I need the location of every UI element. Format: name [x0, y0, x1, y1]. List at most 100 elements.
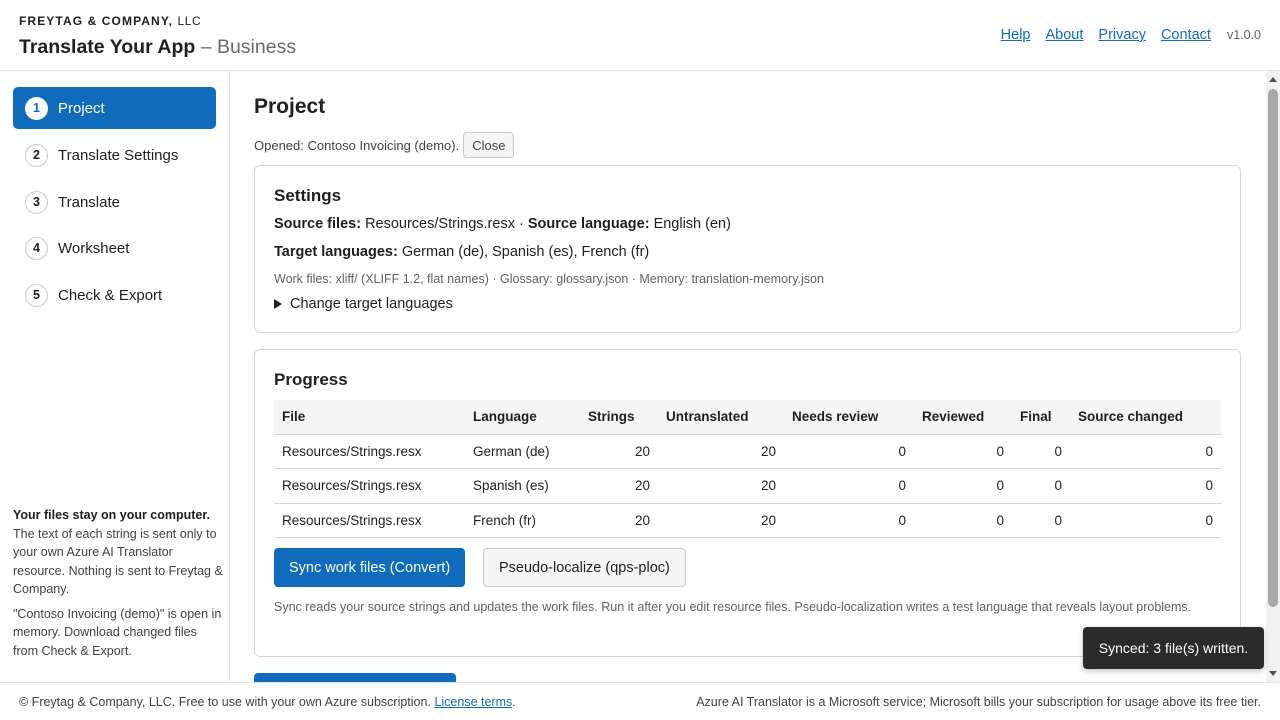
needs-review-cell: 0: [784, 468, 914, 504]
step-number: 2: [25, 143, 48, 167]
step-number: 3: [25, 190, 48, 214]
source-changed-cell: 0: [1070, 468, 1221, 504]
company-name-text: FREYTAG & COMPANY,: [19, 14, 174, 28]
column-header: Reviewed: [914, 400, 1012, 435]
source-language-value: English (en): [653, 216, 731, 232]
language-cell: German (de): [465, 434, 580, 469]
opened-project: Opened: Contoso Invoicing (demo). Close: [254, 132, 515, 158]
scroll-up-arrow-icon[interactable]: [1269, 77, 1277, 82]
reviewed-cell: 0: [914, 503, 1012, 538]
file-cell: Resources/Strings.resx: [274, 503, 465, 538]
final-cell: 0: [1012, 434, 1070, 469]
license-terms-link[interactable]: License terms: [434, 695, 512, 709]
scroll-down-arrow-icon[interactable]: [1269, 671, 1277, 676]
main-content: Project Opened: Contoso Invoicing (demo)…: [231, 71, 1266, 682]
help-link[interactable]: Help: [1001, 27, 1031, 43]
app-header: FREYTAG & COMPANY, LLC Translate Your Ap…: [0, 0, 1280, 71]
final-cell: 0: [1012, 503, 1070, 538]
version-label: v1.0.0: [1226, 28, 1261, 42]
reviewed-cell: 0: [914, 434, 1012, 469]
memory-note: "Contoso Invoicing (demo)" is open in me…: [13, 606, 222, 658]
contact-link[interactable]: Contact: [1161, 27, 1211, 43]
sidebar-step-translate-settings[interactable]: 2 Translate Settings: [13, 134, 216, 176]
about-link[interactable]: About: [1046, 27, 1084, 43]
privacy-note-body: The text of each string is sent only to …: [13, 526, 223, 597]
column-header: Language: [465, 400, 580, 435]
sync-toast: Synced: 3 file(s) written.: [1083, 627, 1264, 669]
language-cell: French (fr): [465, 503, 580, 538]
opened-project-text: Opened: Contoso Invoicing (demo).: [254, 137, 460, 153]
needs-review-cell: 0: [784, 434, 914, 469]
app-title-text: Translate Your App: [19, 36, 196, 58]
strings-cell: 20: [580, 468, 658, 504]
footer-copyright: © Freytag & Company, LLC. Free to use wi…: [19, 695, 516, 709]
step-label: Translate: [58, 193, 120, 211]
column-header: Untranslated: [658, 400, 784, 435]
app-footer: © Freytag & Company, LLC. Free to use wi…: [0, 682, 1280, 720]
company-suffix: LLC: [177, 14, 202, 28]
disclosure-triangle-icon: [274, 299, 282, 309]
change-target-languages-label: Change target languages: [290, 296, 453, 312]
settings-heading: Settings: [274, 186, 342, 205]
strings-cell: 20: [580, 434, 658, 469]
language-cell: Spanish (es): [465, 468, 580, 504]
sidebar-step-translate[interactable]: 3 Translate: [13, 181, 216, 223]
privacy-note-title: Your files stay on your computer.: [13, 508, 211, 522]
top-nav: Help About Privacy Contact v1.0.0: [986, 27, 1261, 43]
target-row: Target languages: German (de), Spanish (…: [274, 244, 649, 260]
column-header: Source changed: [1070, 400, 1221, 435]
sidebar-step-worksheet[interactable]: 4 Worksheet: [13, 227, 216, 269]
target-languages-label: Target languages:: [274, 244, 398, 260]
app-edition: – Business: [200, 36, 297, 58]
company-name: FREYTAG & COMPANY, LLC: [19, 14, 201, 28]
close-project-button[interactable]: Close: [463, 132, 515, 158]
sidebar: 1 Project 2 Translate Settings 3 Transla…: [0, 71, 230, 682]
step-label: Worksheet: [58, 239, 130, 257]
column-header: Strings: [580, 400, 658, 435]
source-changed-cell: 0: [1070, 503, 1221, 538]
footer-period: .: [512, 695, 516, 709]
privacy-link[interactable]: Privacy: [1098, 27, 1146, 43]
table-row: Resources/Strings.resx Spanish (es) 20 2…: [274, 468, 1221, 504]
pseudo-localize-button[interactable]: Pseudo-localize (qps-ploc): [483, 548, 686, 587]
strings-cell: 20: [580, 503, 658, 538]
step-number: 1: [25, 96, 48, 120]
step-label: Project: [58, 99, 105, 117]
untranslated-cell: 20: [658, 434, 784, 469]
file-cell: Resources/Strings.resx: [274, 468, 465, 504]
privacy-note-text: Your files stay on your computer. The te…: [13, 506, 223, 599]
sidebar-step-check-export[interactable]: 5 Check & Export: [13, 274, 216, 316]
source-row: Source files: Resources/Strings.resx · S…: [274, 216, 731, 232]
column-header: Needs review: [784, 400, 914, 435]
footer-copyright-text: © Freytag & Company, LLC. Free to use wi…: [19, 695, 431, 709]
file-cell: Resources/Strings.resx: [274, 434, 465, 469]
work-files-info: Work files: xliff/ (XLIFF 1.2, flat name…: [274, 272, 824, 286]
footer-azure-note: Azure AI Translator is a Microsoft servi…: [696, 695, 1261, 709]
source-files-value: Resources/Strings.resx: [365, 216, 515, 232]
table-row: Resources/Strings.resx German (de) 20 20…: [274, 434, 1221, 469]
sidebar-step-project[interactable]: 1 Project: [13, 87, 216, 129]
column-header: Final: [1012, 400, 1070, 435]
table-header-row: File Language Strings Untranslated Needs…: [274, 400, 1221, 435]
main-scrollbar[interactable]: [1266, 71, 1280, 682]
step-label: Check & Export: [58, 286, 163, 304]
scrollbar-thumb[interactable]: [1268, 89, 1278, 607]
change-target-languages-toggle[interactable]: Change target languages: [274, 296, 453, 312]
table-row: Resources/Strings.resx French (fr) 20 20…: [274, 503, 1221, 538]
target-languages-value: German (de), Spanish (es), French (fr): [401, 244, 650, 260]
next-section-button-partial[interactable]: [254, 673, 456, 682]
settings-card: Settings Source files: Resources/Strings…: [254, 165, 1241, 333]
untranslated-cell: 20: [658, 468, 784, 504]
progress-card: Progress File Language Strings Untransla…: [254, 349, 1241, 657]
step-number: 5: [25, 283, 48, 307]
source-changed-cell: 0: [1070, 434, 1221, 469]
progress-help-text: Sync reads your source strings and updat…: [274, 600, 1192, 614]
privacy-note: Your files stay on your computer. The te…: [13, 506, 223, 666]
reviewed-cell: 0: [914, 468, 1012, 504]
untranslated-cell: 20: [658, 503, 784, 538]
progress-heading: Progress: [274, 370, 348, 389]
source-language-label: Source language:: [527, 216, 650, 232]
sync-work-files-button[interactable]: Sync work files (Convert): [274, 548, 466, 587]
source-files-label: Source files:: [274, 216, 362, 232]
final-cell: 0: [1012, 468, 1070, 504]
